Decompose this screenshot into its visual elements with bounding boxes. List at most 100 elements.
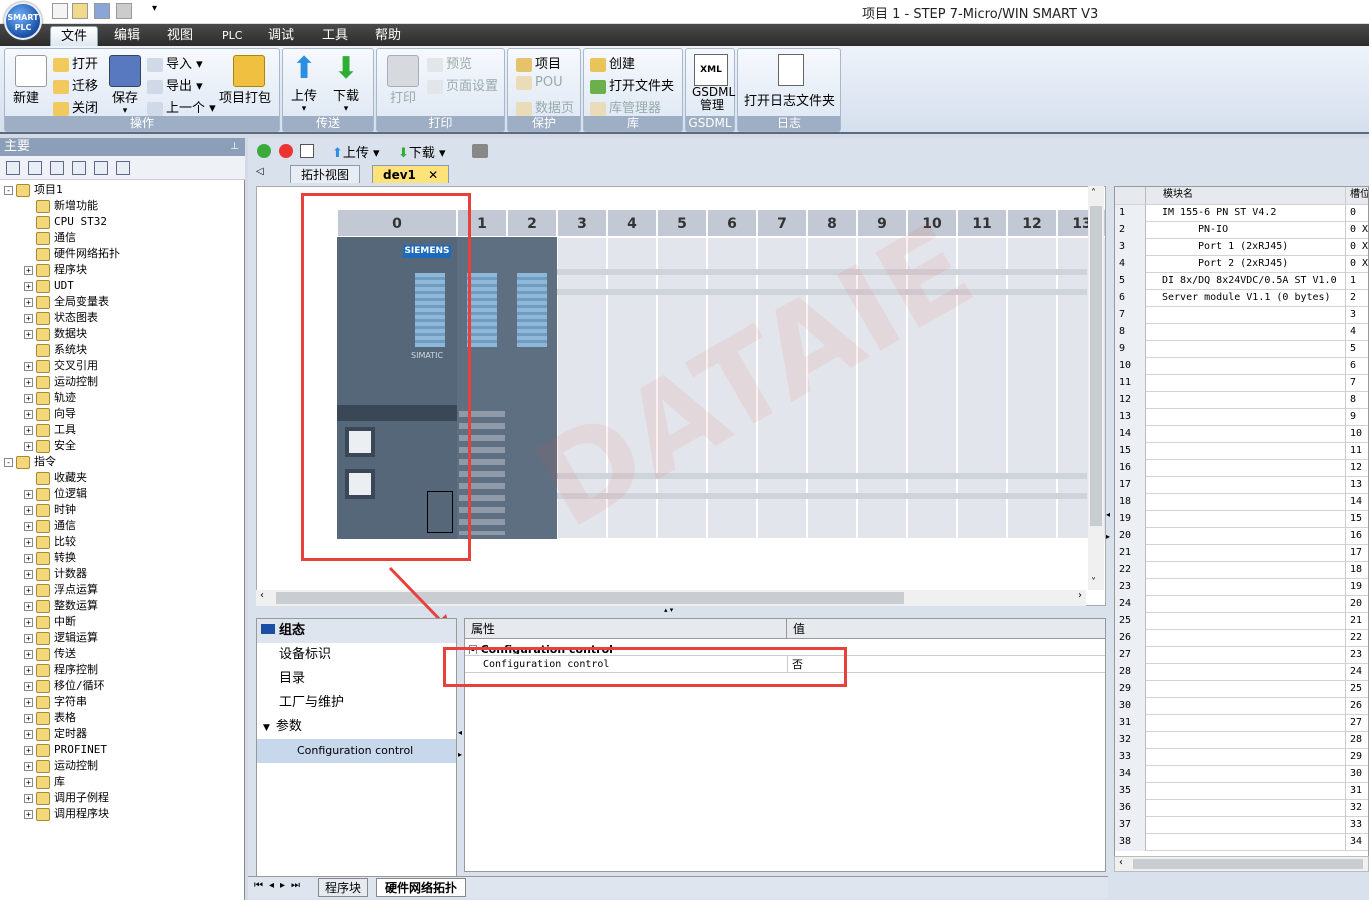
menu-view[interactable]: 视图 — [157, 26, 203, 46]
tree-item[interactable]: + 调用程序块 — [0, 806, 245, 822]
slot-header[interactable]: 4 — [607, 209, 657, 237]
tree-item[interactable]: + 向导 — [0, 406, 245, 422]
tree-item[interactable]: 系统块 — [0, 342, 245, 358]
scrollbar-thumb[interactable] — [1090, 206, 1102, 526]
table-row[interactable]: 4Port 2 (2xRJ45) 0 X1 P2 — [1115, 256, 1368, 273]
tree-item[interactable]: + PROFINET — [0, 742, 245, 758]
tree-item[interactable]: + 转换 — [0, 550, 245, 566]
download-button[interactable]: ⬇ 下载 ▾ — [333, 53, 359, 115]
table-row[interactable]: 18 14 — [1115, 494, 1368, 511]
expand-icon[interactable]: + — [24, 617, 33, 627]
table-row[interactable]: 34 30 — [1115, 766, 1368, 783]
tree-item[interactable]: + 表格 — [0, 710, 245, 726]
compile-icon[interactable] — [300, 144, 314, 158]
expand-icon[interactable]: + — [24, 697, 33, 707]
slot-header[interactable]: 7 — [757, 209, 807, 237]
scrollbar-thumb[interactable] — [1133, 859, 1363, 869]
tree-item[interactable]: + 程序控制 — [0, 662, 245, 678]
gsdml-manage-button[interactable]: XML GSDML 管理 — [692, 54, 735, 112]
expand-icon[interactable]: + — [24, 361, 33, 371]
table-row[interactable]: 15 11 — [1115, 443, 1368, 460]
preview-button[interactable]: 预览 — [427, 53, 472, 72]
tree-item[interactable]: + 运动控制 — [0, 758, 245, 774]
tree-view-icon[interactable] — [6, 161, 20, 175]
table-row[interactable]: 22 18 — [1115, 562, 1368, 579]
expand-icon[interactable]: + — [24, 537, 33, 547]
menu-help[interactable]: 帮助 — [365, 26, 411, 46]
splitter-icon[interactable]: ▴ ▾ — [664, 606, 673, 614]
previous-button[interactable]: 上一个 ▾ — [147, 97, 216, 116]
expand-icon[interactable]: + — [24, 265, 33, 275]
export-button[interactable]: 导出 ▾ — [147, 75, 203, 94]
expand-icon[interactable]: + — [24, 745, 33, 755]
expand-icon[interactable]: + — [24, 425, 33, 435]
open-library-folder-button[interactable]: 打开文件夹 — [590, 75, 674, 94]
table-row[interactable]: 24 20 — [1115, 596, 1368, 613]
expand-icon[interactable]: + — [24, 585, 33, 595]
nav-item-configuration-control[interactable]: Configuration control — [257, 739, 456, 763]
scrollbar-thumb[interactable] — [276, 592, 904, 604]
table-row[interactable]: 19 15 — [1115, 511, 1368, 528]
toolbar-upload-button[interactable]: ⬆上传 ▾ — [332, 142, 380, 161]
expand-icon[interactable]: + — [24, 569, 33, 579]
table-row[interactable]: 36 32 — [1115, 800, 1368, 817]
slot-header[interactable]: 12 — [1007, 209, 1057, 237]
table-row[interactable]: 30 26 — [1115, 698, 1368, 715]
stop-icon[interactable] — [279, 144, 293, 158]
tree-item[interactable]: + 调用子例程 — [0, 790, 245, 806]
tree-item[interactable]: + 中断 — [0, 614, 245, 630]
tab-dev1[interactable]: dev1 ✕ — [372, 165, 450, 183]
expand-icon[interactable]: + — [24, 297, 33, 307]
document-icon[interactable] — [72, 161, 86, 175]
pack-project-button[interactable]: 项目打包 — [219, 55, 271, 106]
slot-header[interactable]: 3 — [557, 209, 607, 237]
tree-item[interactable]: 硬件网络拓扑 — [0, 246, 245, 262]
table-row[interactable]: 26 22 — [1115, 630, 1368, 647]
document-icon[interactable] — [50, 161, 64, 175]
close-icon[interactable]: ✕ — [428, 168, 438, 182]
table-row[interactable]: 33 29 — [1115, 749, 1368, 766]
expand-icon[interactable]: + — [24, 633, 33, 643]
table-row[interactable]: 21 17 — [1115, 545, 1368, 562]
nav-header[interactable]: 组态 — [257, 619, 456, 643]
tab-navigation-icons[interactable]: ⏮◂▸⏭ — [254, 880, 306, 891]
save-button[interactable]: 保存 ▾ — [109, 55, 141, 116]
slot-header[interactable]: 5 — [657, 209, 707, 237]
pin-icon[interactable]: ⊥ — [230, 138, 239, 156]
tree-item[interactable]: 通信 — [0, 230, 245, 246]
tree-item[interactable]: - 指令 — [0, 454, 245, 470]
tree-item[interactable]: + 全局变量表 — [0, 294, 245, 310]
new-file-icon[interactable] — [52, 3, 68, 19]
expand-icon[interactable]: + — [24, 377, 33, 387]
expand-icon[interactable]: + — [24, 777, 33, 787]
tree-item[interactable]: + 传送 — [0, 646, 245, 662]
library-manager-button[interactable]: 库管理器 — [590, 97, 661, 116]
menu-debug[interactable]: 调试 — [258, 26, 304, 46]
create-library-button[interactable]: 创建 — [590, 53, 635, 72]
menu-tools[interactable]: 工具 — [312, 26, 358, 46]
tree-item[interactable]: + 浮点运算 — [0, 582, 245, 598]
open-file-icon[interactable] — [72, 3, 88, 19]
expand-icon[interactable]: + — [24, 489, 33, 499]
scroll-left-icon[interactable]: ‹ — [1119, 857, 1123, 868]
collapse-icon[interactable]: - — [4, 457, 13, 467]
tree-item[interactable]: + 通信 — [0, 518, 245, 534]
expand-icon[interactable]: + — [24, 521, 33, 531]
bottom-tab-program-block[interactable]: 程序块 — [318, 878, 369, 897]
slot-header[interactable]: 2 — [507, 209, 557, 237]
protect-project-button[interactable]: 项目 — [516, 53, 561, 72]
expand-icon[interactable]: + — [24, 553, 33, 563]
table-row[interactable]: 28 24 — [1115, 664, 1368, 681]
tree-item[interactable]: + 库 — [0, 774, 245, 790]
open-button[interactable]: 打开 — [53, 53, 98, 72]
table-row[interactable]: 84 — [1115, 324, 1368, 341]
scroll-down-icon[interactable]: ˅ — [1091, 577, 1096, 588]
toolbar-download-button[interactable]: ⬇下载 ▾ — [398, 142, 446, 161]
print-button[interactable]: 打印 — [387, 55, 419, 106]
protect-data-page-button[interactable]: 数据页 — [516, 97, 574, 116]
tree-item[interactable]: + 定时器 — [0, 726, 245, 742]
slot-header[interactable]: 11 — [957, 209, 1007, 237]
expand-icon[interactable]: + — [24, 665, 33, 675]
scroll-up-icon[interactable]: ˄ — [1091, 188, 1096, 199]
expand-icon[interactable]: + — [24, 505, 33, 515]
